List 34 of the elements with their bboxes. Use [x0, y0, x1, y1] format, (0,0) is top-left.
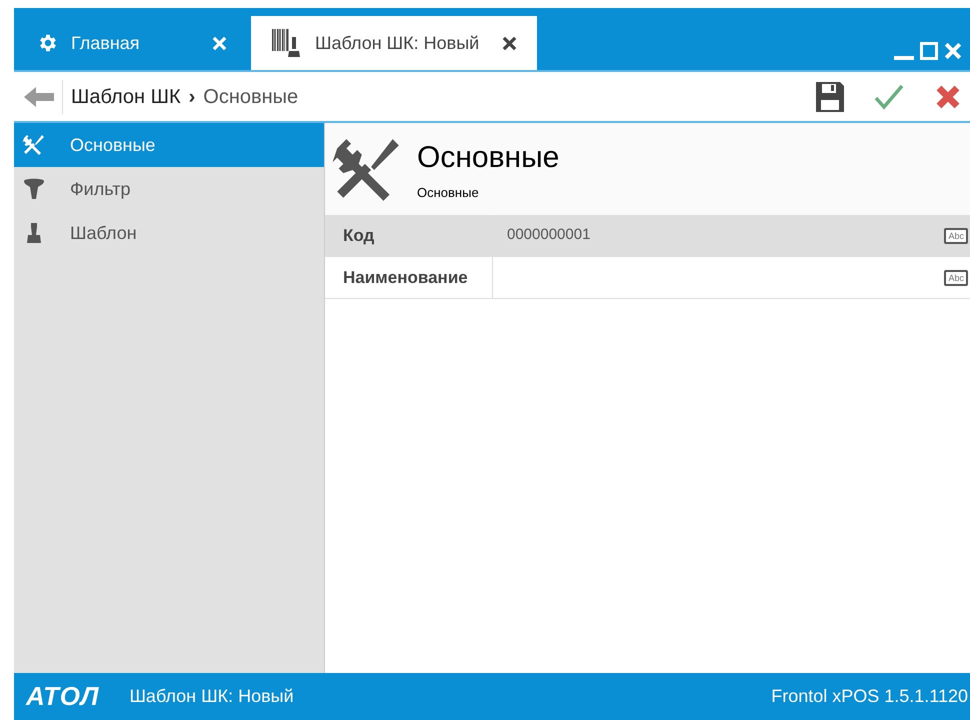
barcode-stamp-icon: [271, 27, 303, 59]
form-row[interactable]: Наименование Abc: [325, 257, 970, 299]
sidebar-item-label: Шаблон: [70, 222, 137, 244]
logo: АТОЛ: [26, 680, 100, 713]
field-label: Наименование: [325, 257, 493, 298]
maximize-icon[interactable]: [920, 42, 938, 60]
sidebar-item[interactable]: Шаблон: [14, 211, 324, 255]
cancel-icon[interactable]: [936, 84, 960, 108]
text-type-badge: Abc: [944, 270, 968, 286]
text-type-badge: Abc: [944, 228, 968, 244]
field-value[interactable]: 0000000001: [493, 224, 944, 247]
sidebar-item-label: Основные: [70, 134, 156, 156]
tab[interactable]: Шаблон ШК: Новый: [251, 16, 537, 70]
breadcrumb-separator: ›: [188, 84, 196, 110]
sidebar-item[interactable]: Фильтр: [14, 167, 324, 211]
version-text: Frontol xPOS 1.5.1.1120: [771, 685, 969, 708]
breadcrumb-link[interactable]: Шаблон ШК: [71, 82, 181, 112]
tab-label: Главная: [71, 32, 141, 54]
back-arrow-icon[interactable]: [24, 86, 54, 108]
section-subtitle: Основные: [417, 184, 480, 202]
checkmark-icon[interactable]: [874, 84, 904, 110]
save-icon[interactable]: [816, 82, 844, 112]
tab-label: Шаблон ШК: Новый: [315, 32, 480, 54]
section-title: Основные: [417, 140, 560, 176]
breadcrumb-current: Основные: [203, 84, 298, 110]
document-title: Шаблон ШК: Новый: [129, 685, 294, 708]
sidebar-item[interactable]: Основные: [14, 123, 324, 167]
field-label: Код: [325, 215, 493, 256]
sidebar-item-label: Фильтр: [70, 178, 130, 201]
tools-icon: [22, 133, 46, 157]
close-icon[interactable]: [502, 36, 517, 50]
funnel-icon: [22, 177, 46, 201]
stamp-icon: [24, 222, 44, 244]
form-row[interactable]: Код 0000000001 Abc: [325, 215, 970, 257]
